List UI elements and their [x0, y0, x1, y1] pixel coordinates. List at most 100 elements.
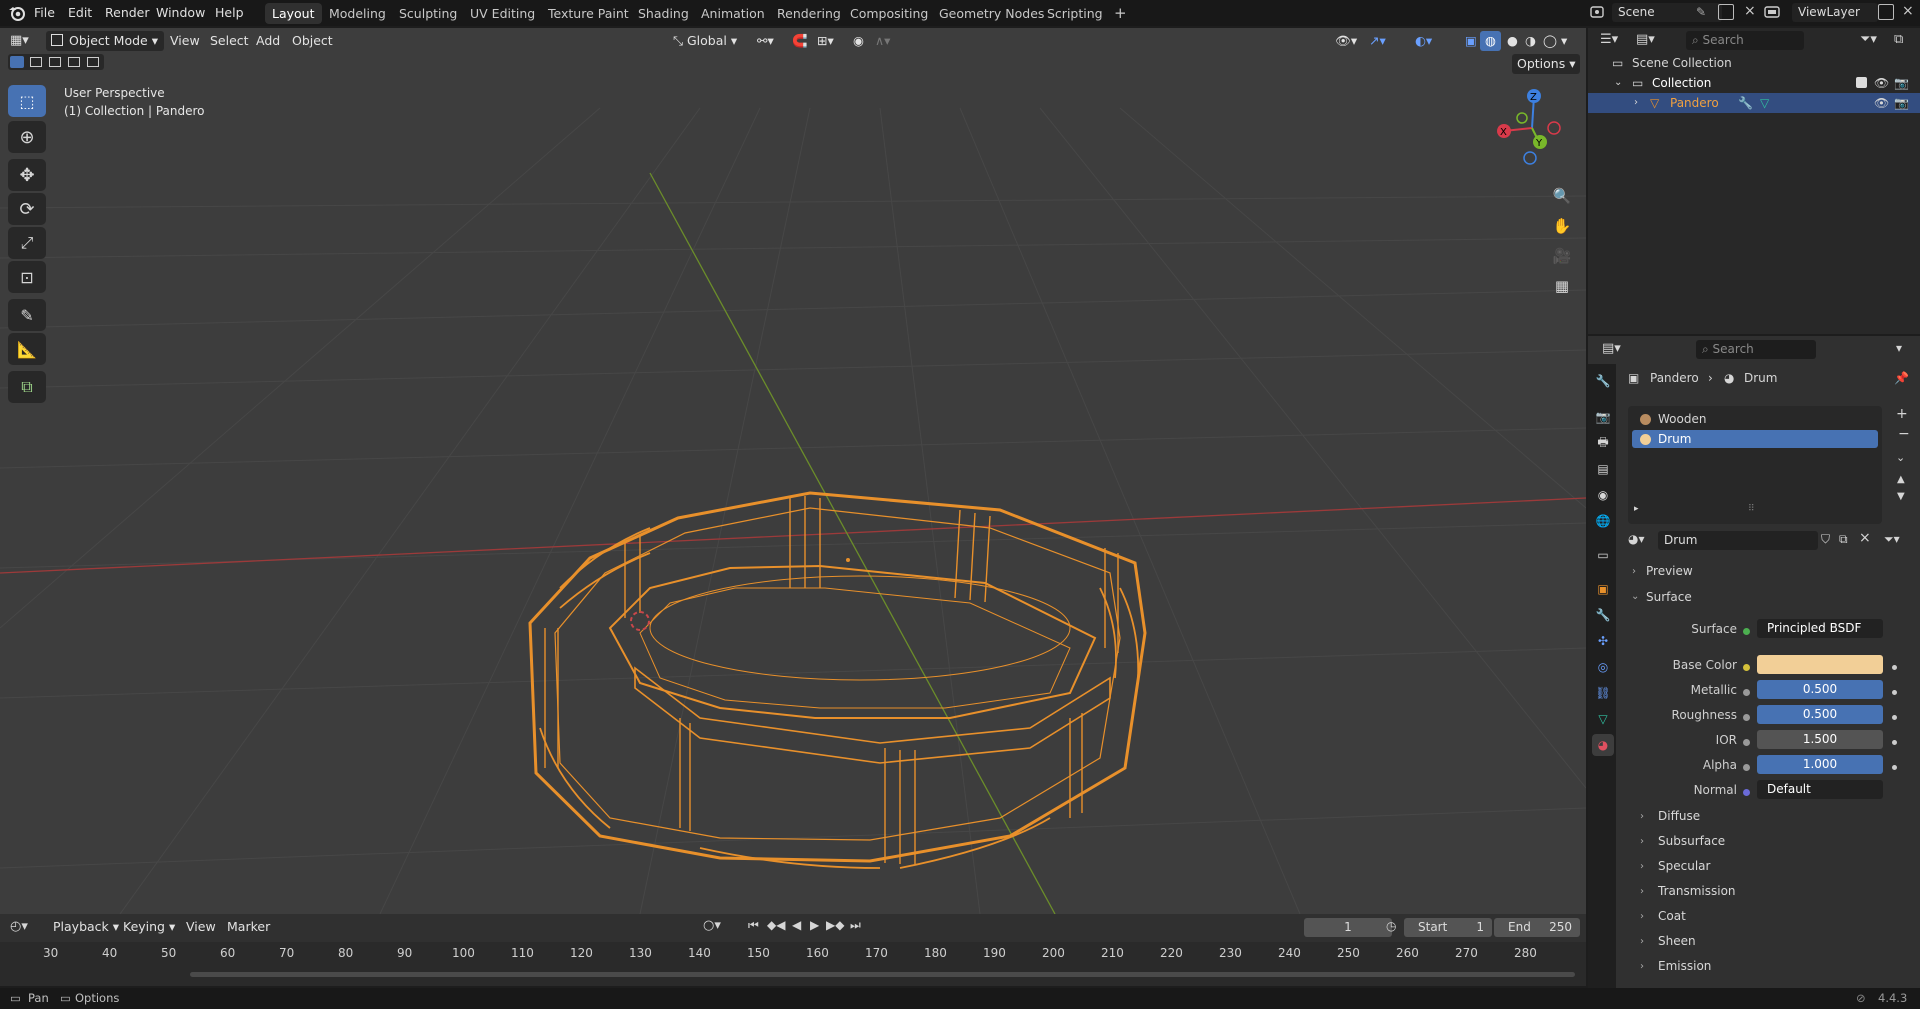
scene-tab-icon[interactable]: ◉ — [1592, 484, 1614, 506]
cursor-tool[interactable]: ⊕ — [8, 121, 46, 153]
play-icon[interactable]: ▶ — [810, 918, 819, 932]
select-new-icon[interactable] — [10, 56, 24, 68]
tab-animation[interactable]: Animation — [694, 3, 772, 24]
menu-select[interactable]: Select — [205, 31, 254, 51]
tab-geometry-nodes[interactable]: Geometry Nodes — [932, 3, 1051, 24]
physics-tab-icon[interactable]: ◎ — [1592, 656, 1614, 678]
link-type-icon[interactable]: ⏷▾ — [1884, 532, 1900, 547]
scene-collection-row[interactable]: ▭ Scene Collection — [1588, 53, 1920, 73]
specular-chevron-icon[interactable]: › — [1640, 861, 1644, 872]
measure-tool[interactable]: 📐 — [8, 333, 46, 365]
surface-shader-field[interactable]: Principled BSDF — [1757, 619, 1883, 638]
select-subtract-icon[interactable] — [49, 57, 61, 67]
ortho-grid-icon[interactable]: ▦ — [1548, 272, 1576, 300]
prev-keyframe-icon[interactable]: ◆◀ — [767, 918, 785, 932]
tab-rendering[interactable]: Rendering — [770, 3, 848, 24]
camera-view-icon[interactable]: 🎥 — [1548, 242, 1576, 270]
pivot-icon[interactable]: ⚯▾ — [752, 31, 779, 51]
duplicate-material-icon[interactable]: ⧉ — [1839, 532, 1848, 547]
properties-editor-icon[interactable]: ▤▾ — [1602, 341, 1621, 356]
falloff-icon[interactable]: ∧▾ — [870, 31, 895, 51]
resize-handle-icon[interactable]: ⠿ — [1748, 504, 1755, 514]
move-up-icon[interactable]: ▲ — [1897, 474, 1905, 485]
add-slot-icon[interactable]: + — [1896, 406, 1908, 422]
collection-checkbox-icon[interactable] — [1856, 77, 1867, 88]
timeline-scrollbar[interactable] — [190, 972, 1575, 977]
delete-scene-icon[interactable]: × — [1744, 3, 1756, 19]
menu-view[interactable]: View — [165, 31, 205, 51]
fake-user-shield-icon[interactable]: ⛉ — [1821, 532, 1830, 547]
collection-camera-icon[interactable]: 📷 — [1894, 73, 1909, 93]
modifier-tab-icon[interactable]: 🔧 — [1592, 604, 1614, 626]
jump-start-icon[interactable]: ⏮ — [748, 918, 759, 933]
tab-layout[interactable]: Layout — [265, 3, 322, 24]
current-frame-field[interactable]: 1 — [1304, 918, 1392, 937]
particles-tab-icon[interactable]: ✣ — [1592, 630, 1614, 652]
shading-options-icon[interactable]: ▾ — [1556, 31, 1572, 51]
keyframe-dot-icon[interactable] — [1892, 690, 1897, 695]
select-intersect-icon[interactable] — [87, 57, 99, 67]
collection-row[interactable]: ⌄ ▭ Collection 👁 📷 — [1588, 73, 1920, 93]
select-extend-icon[interactable] — [30, 57, 42, 67]
material-slot-wooden[interactable]: Wooden — [1632, 410, 1878, 428]
view-layer-tab-icon[interactable]: ▤ — [1592, 458, 1614, 480]
outliner-search-field[interactable]: ⌕ Search — [1686, 31, 1804, 50]
tab-scripting[interactable]: Scripting — [1040, 3, 1110, 24]
3d-viewport[interactable]: ▦▾ Object Mode ▾ View Select Add Object … — [0, 28, 1586, 914]
filter-icon[interactable]: ⏷▾ — [1860, 32, 1877, 47]
transform-tool[interactable]: ⊡ — [8, 261, 46, 293]
menu-edit[interactable]: Edit — [68, 5, 92, 20]
timeline-view-menu[interactable]: View — [181, 917, 221, 937]
display-mode-icon[interactable]: ▤▾ — [1636, 32, 1655, 47]
editor-type-icon[interactable]: ▦▾ — [10, 33, 29, 48]
metallic-slider[interactable]: 0.500 — [1757, 680, 1883, 699]
navigation-gizmo[interactable]: Z X Y — [1492, 88, 1572, 168]
menu-add[interactable]: Add — [251, 31, 285, 51]
object-camera-icon[interactable]: 📷 — [1894, 93, 1909, 113]
timeline[interactable]: ◴▾ Playback ▾ Keying ▾ View Marker ○▾ ⏮ … — [0, 914, 1586, 986]
sheen-chevron-icon[interactable]: › — [1640, 936, 1644, 947]
properties-options-icon[interactable]: ▾ — [1896, 341, 1902, 355]
subsurface-section[interactable]: Subsurface — [1658, 834, 1725, 848]
specular-section[interactable]: Specular — [1658, 859, 1710, 873]
scale-tool[interactable]: ⤢ — [8, 227, 46, 259]
emission-chevron-icon[interactable]: › — [1640, 961, 1644, 972]
object-row-pandero[interactable]: › ▽ Pandero 🔧 ▽ 👁 📷 — [1588, 93, 1920, 113]
tool-tab-icon[interactable]: 🔧 — [1592, 370, 1614, 392]
menu-object[interactable]: Object — [287, 31, 338, 51]
tab-sculpting[interactable]: Sculpting — [392, 3, 464, 24]
scene-icon[interactable] — [1590, 5, 1606, 19]
remove-slot-icon[interactable]: − — [1898, 426, 1910, 442]
slot-specials-icon[interactable]: ⌄ — [1896, 451, 1905, 464]
orientation-dropdown[interactable]: ⤡ Global ▾ — [668, 31, 742, 51]
surface-section[interactable]: Surface — [1646, 590, 1692, 604]
view-layer-field[interactable]: ViewLayer — [1792, 3, 1878, 22]
options-dropdown[interactable]: Options ▾ — [1512, 54, 1581, 74]
menu-file[interactable]: File — [34, 5, 55, 20]
menu-help[interactable]: Help — [215, 5, 244, 20]
zoom-icon[interactable]: 🔍 — [1548, 182, 1576, 210]
base-color-swatch[interactable] — [1757, 655, 1883, 674]
collection-eye-icon[interactable]: 👁 — [1874, 73, 1889, 93]
outliner[interactable]: ☰▾ ▤▾ ⌕ Search ⏷▾ ⧉ ▭ Scene Collection ⌄… — [1588, 28, 1920, 334]
diffuse-section[interactable]: Diffuse — [1658, 809, 1700, 823]
playback-menu[interactable]: Playback ▾ — [48, 917, 124, 937]
constraints-tab-icon[interactable]: ⛓ — [1592, 682, 1614, 704]
auto-key-icon[interactable]: ○▾ — [703, 918, 721, 933]
keyframe-dot-icon[interactable] — [1892, 765, 1897, 770]
transmission-chevron-icon[interactable]: › — [1640, 886, 1644, 897]
marker-menu[interactable]: Marker — [222, 917, 275, 937]
ior-field[interactable]: 1.500 — [1757, 730, 1883, 749]
menu-render[interactable]: Render — [105, 5, 150, 20]
add-cube-tool[interactable]: ⧉ — [8, 371, 46, 403]
unlink-material-icon[interactable]: × — [1859, 530, 1871, 546]
render-tab-icon[interactable]: 📷 — [1592, 406, 1614, 428]
material-name-field[interactable]: Drum — [1658, 531, 1818, 550]
output-tab-icon[interactable]: 🖶 — [1592, 432, 1614, 454]
keying-menu[interactable]: Keying ▾ — [118, 917, 180, 937]
viewport-scene[interactable] — [0, 28, 1586, 914]
roughness-slider[interactable]: 0.500 — [1757, 705, 1883, 724]
menu-window[interactable]: Window — [156, 5, 205, 20]
keyframe-dot-icon[interactable] — [1892, 715, 1897, 720]
material-slot-drum[interactable]: Drum — [1632, 430, 1878, 448]
